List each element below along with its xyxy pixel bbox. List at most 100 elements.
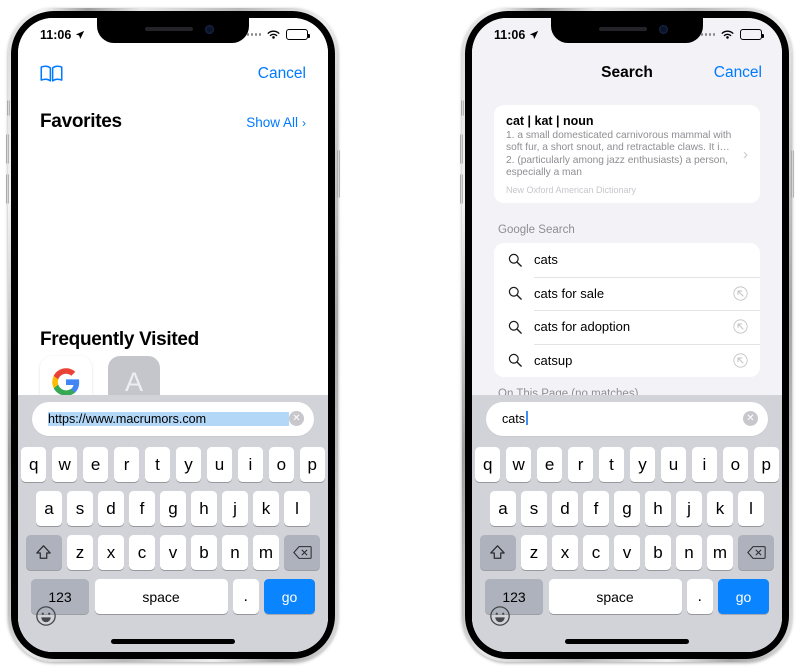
- search-input-right[interactable]: cats ✕: [486, 401, 768, 436]
- key-y[interactable]: y: [629, 447, 656, 482]
- key-l[interactable]: l: [738, 491, 764, 526]
- key-g[interactable]: g: [614, 491, 640, 526]
- google-search-section-label: Google Search: [498, 224, 575, 236]
- home-indicator-left[interactable]: [111, 639, 235, 644]
- key-n[interactable]: n: [222, 535, 248, 570]
- dictionary-result-card[interactable]: cat | kat | noun 1. a small domesticated…: [494, 105, 760, 203]
- key-q[interactable]: q: [474, 447, 501, 482]
- left-phone-device: 11:06 Cancel Favorites Show All › Freque…: [6, 8, 340, 662]
- suggestion-row[interactable]: cats for sale: [494, 276, 760, 311]
- key-s[interactable]: s: [521, 491, 547, 526]
- arrow-up-left-icon[interactable]: [733, 286, 748, 301]
- bookmarks-book-icon[interactable]: [40, 65, 63, 83]
- key-e[interactable]: e: [536, 447, 563, 482]
- key-z[interactable]: z: [521, 535, 547, 570]
- status-time: 11:06: [494, 27, 526, 42]
- status-left-group: 11:06: [40, 28, 85, 42]
- volume-down-button-right[interactable]: [460, 174, 463, 204]
- key-m[interactable]: m: [253, 535, 279, 570]
- volume-up-button-right[interactable]: [460, 134, 463, 164]
- power-button-left[interactable]: [337, 150, 340, 198]
- front-camera-icon: [659, 25, 668, 34]
- key-i[interactable]: i: [691, 447, 718, 482]
- screenshot-root: 11:06 Cancel Favorites Show All › Freque…: [0, 0, 800, 670]
- key-c[interactable]: c: [129, 535, 155, 570]
- key-o[interactable]: o: [722, 447, 749, 482]
- mute-switch-right[interactable]: [461, 100, 464, 116]
- letter-tile-label: A: [124, 366, 143, 397]
- key-w[interactable]: w: [505, 447, 532, 482]
- key-x[interactable]: x: [98, 535, 124, 570]
- key-h[interactable]: h: [191, 491, 217, 526]
- emoji-smiley-icon[interactable]: [489, 605, 511, 627]
- key-u[interactable]: u: [206, 447, 233, 482]
- key-f[interactable]: f: [129, 491, 155, 526]
- clear-circle-icon[interactable]: ✕: [743, 411, 758, 426]
- key-j[interactable]: j: [222, 491, 248, 526]
- key-j[interactable]: j: [676, 491, 702, 526]
- key-s[interactable]: s: [67, 491, 93, 526]
- cancel-button-left[interactable]: Cancel: [258, 65, 306, 83]
- key-d[interactable]: d: [98, 491, 124, 526]
- key-k[interactable]: k: [253, 491, 279, 526]
- mute-switch-left[interactable]: [7, 100, 10, 116]
- url-input-left[interactable]: https://www.macrumors.com ✕: [32, 401, 314, 436]
- dictionary-definitions: 1. a small domesticated carnivorous mamm…: [506, 130, 732, 179]
- key-o[interactable]: o: [268, 447, 295, 482]
- key-x[interactable]: x: [552, 535, 578, 570]
- key-p[interactable]: p: [299, 447, 326, 482]
- delete-key[interactable]: [284, 535, 321, 570]
- key-y[interactable]: y: [175, 447, 202, 482]
- key-e[interactable]: e: [82, 447, 109, 482]
- earpiece-speaker-icon: [599, 27, 647, 31]
- clear-circle-icon[interactable]: ✕: [289, 411, 304, 426]
- keyboard-row-1: q w e r t y u i o p: [474, 447, 780, 482]
- key-w[interactable]: w: [51, 447, 78, 482]
- suggestion-row[interactable]: cats: [494, 243, 760, 277]
- arrow-up-left-icon[interactable]: [733, 353, 748, 368]
- key-a[interactable]: a: [36, 491, 62, 526]
- power-button-right[interactable]: [791, 150, 794, 198]
- shift-key[interactable]: [479, 535, 516, 570]
- key-n[interactable]: n: [676, 535, 702, 570]
- key-r[interactable]: r: [567, 447, 594, 482]
- key-m[interactable]: m: [707, 535, 733, 570]
- key-l[interactable]: l: [284, 491, 310, 526]
- cancel-button-right[interactable]: Cancel: [714, 64, 762, 82]
- key-z[interactable]: z: [67, 535, 93, 570]
- delete-backspace-icon: [746, 546, 766, 559]
- key-i[interactable]: i: [237, 447, 264, 482]
- key-g[interactable]: g: [160, 491, 186, 526]
- key-c[interactable]: c: [583, 535, 609, 570]
- show-all-button[interactable]: Show All ›: [246, 115, 306, 130]
- key-p[interactable]: p: [753, 447, 780, 482]
- key-t[interactable]: t: [598, 447, 625, 482]
- key-v[interactable]: v: [160, 535, 186, 570]
- earpiece-speaker-icon: [145, 27, 193, 31]
- key-a[interactable]: a: [490, 491, 516, 526]
- right-phone-device: 11:06 Search Cancel cat | kat | noun 1. …: [460, 8, 794, 662]
- suggestion-row[interactable]: cats for adoption: [494, 310, 760, 344]
- key-f[interactable]: f: [583, 491, 609, 526]
- emoji-smiley-icon[interactable]: [35, 605, 57, 627]
- delete-key[interactable]: [738, 535, 775, 570]
- key-r[interactable]: r: [113, 447, 140, 482]
- volume-down-button-left[interactable]: [6, 174, 9, 204]
- key-b[interactable]: b: [645, 535, 671, 570]
- keyboard-bottom-bar-left: [18, 597, 328, 652]
- key-h[interactable]: h: [645, 491, 671, 526]
- key-q[interactable]: q: [20, 447, 47, 482]
- key-u[interactable]: u: [660, 447, 687, 482]
- key-d[interactable]: d: [552, 491, 578, 526]
- home-indicator-right[interactable]: [565, 639, 689, 644]
- key-t[interactable]: t: [144, 447, 171, 482]
- volume-up-button-left[interactable]: [6, 134, 9, 164]
- suggestion-row[interactable]: catsup: [494, 343, 760, 378]
- shift-key[interactable]: [25, 535, 62, 570]
- key-b[interactable]: b: [191, 535, 217, 570]
- show-all-label: Show All: [246, 115, 298, 130]
- key-k[interactable]: k: [707, 491, 733, 526]
- key-v[interactable]: v: [614, 535, 640, 570]
- suggestion-label: catsup: [534, 352, 573, 368]
- arrow-up-left-icon[interactable]: [733, 319, 748, 334]
